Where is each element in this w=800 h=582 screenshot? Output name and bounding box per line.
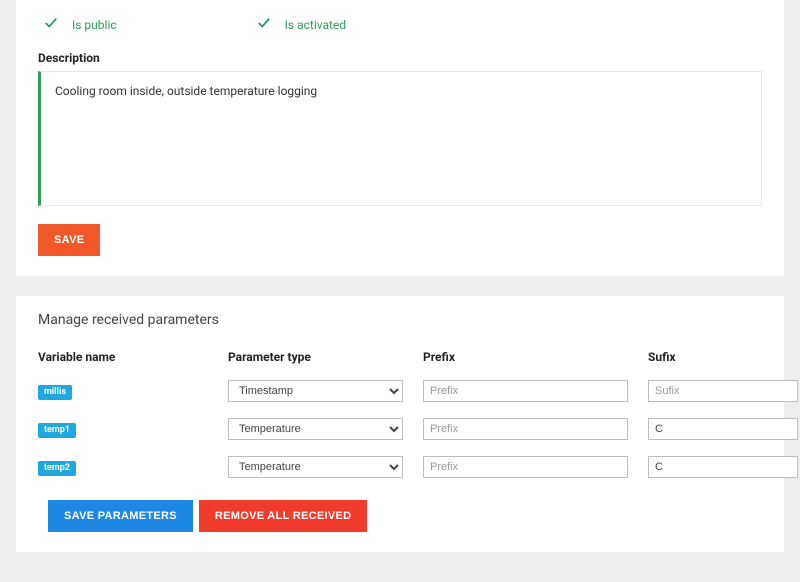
is-public-label: Is public: [72, 18, 117, 32]
save-button[interactable]: SAVE: [38, 224, 100, 256]
col-prefix: Prefix: [423, 350, 628, 364]
col-variable-name: Variable name: [38, 350, 208, 364]
parameter-type-select[interactable]: Temperature: [228, 418, 403, 440]
col-parameter-type: Parameter type: [228, 350, 403, 364]
col-suffix: Sufix: [648, 350, 798, 364]
action-buttons: SAVE PARAMETERS REMOVE ALL RECEIVED: [38, 500, 762, 532]
settings-card: Is public Is activated Description Cooli…: [16, 0, 784, 276]
variable-badge: temp1: [38, 423, 76, 438]
variable-badge: millis: [38, 385, 72, 400]
remove-all-received-button[interactable]: REMOVE ALL RECEIVED: [199, 500, 368, 532]
table-row: temp2: [38, 459, 208, 476]
save-parameters-button[interactable]: SAVE PARAMETERS: [48, 500, 193, 532]
status-checks: Is public Is activated: [38, 16, 762, 33]
prefix-input[interactable]: [423, 380, 628, 402]
is-activated-check: Is activated: [257, 16, 346, 33]
is-public-check: Is public: [44, 16, 117, 33]
suffix-input[interactable]: [648, 456, 798, 478]
parameter-type-select[interactable]: Temperature: [228, 456, 403, 478]
description-text: Cooling room inside, outside temperature…: [55, 84, 317, 98]
description-label: Description: [38, 51, 762, 65]
manage-parameters-card: Manage received parameters Variable name…: [16, 296, 784, 552]
suffix-input[interactable]: [648, 380, 798, 402]
manage-title: Manage received parameters: [38, 312, 762, 328]
table-row: temp1: [38, 421, 208, 438]
prefix-input[interactable]: [423, 456, 628, 478]
is-activated-label: Is activated: [285, 18, 346, 32]
table-row: millis: [38, 383, 208, 400]
parameters-table: Variable name Parameter type Prefix Sufi…: [38, 350, 762, 478]
variable-badge: temp2: [38, 461, 76, 476]
check-icon: [257, 16, 271, 33]
check-icon: [44, 16, 58, 33]
parameter-type-select[interactable]: Timestamp: [228, 380, 403, 402]
description-field[interactable]: Cooling room inside, outside temperature…: [38, 71, 762, 206]
suffix-input[interactable]: [648, 418, 798, 440]
prefix-input[interactable]: [423, 418, 628, 440]
